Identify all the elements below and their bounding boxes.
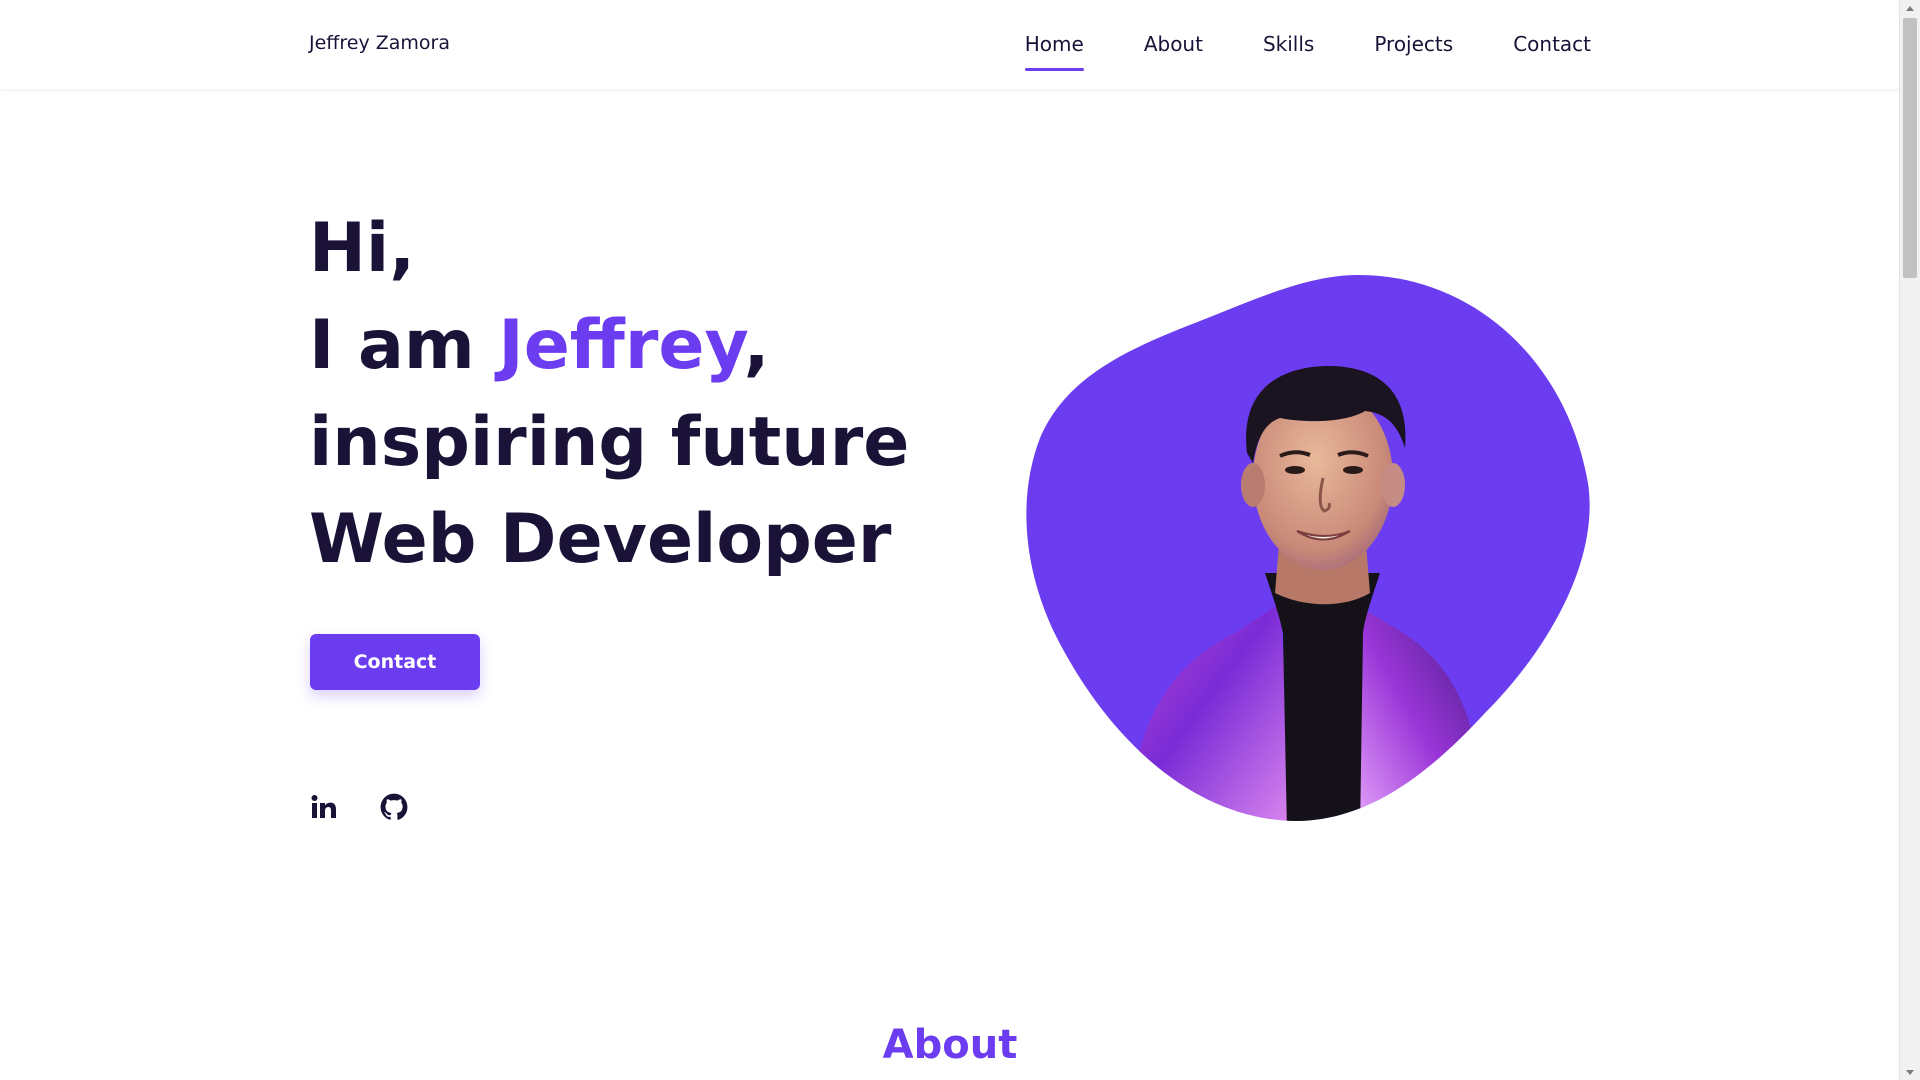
site-header: Jeffrey Zamora Home About Skills Project… (0, 0, 1900, 89)
nav-skills[interactable]: Skills (1263, 32, 1314, 56)
scroll-up-arrow-icon[interactable] (1900, 0, 1920, 16)
nav-about[interactable]: About (1144, 32, 1203, 56)
social-links (310, 793, 408, 821)
main-nav: Home About Skills Projects Contact (1024, 32, 1591, 71)
hero-intro-line: I am Jeffrey, (309, 297, 909, 394)
github-icon[interactable] (380, 793, 408, 821)
nav-projects[interactable]: Projects (1374, 32, 1453, 56)
brand-name[interactable]: Jeffrey Zamora (309, 32, 450, 54)
hero-tagline-2: Web Developer (309, 500, 892, 579)
portfolio-page: Jeffrey Zamora Home About Skills Project… (0, 0, 1920, 1080)
scroll-down-arrow-icon[interactable] (1900, 1064, 1920, 1080)
hero-heading: Hi, I am Jeffrey, inspiring future Web D… (309, 200, 909, 588)
hero-greeting: Hi, (309, 209, 416, 288)
contact-button[interactable]: Contact (310, 634, 480, 690)
hero-intro-prefix: I am (309, 306, 499, 385)
linkedin-icon[interactable] (310, 793, 338, 821)
profile-photo (1025, 273, 1590, 823)
hero-intro-suffix: , (743, 306, 770, 385)
about-section-title: About (882, 1022, 1018, 1068)
hero-name: Jeffrey (498, 306, 744, 385)
hero-tagline-1: inspiring future (309, 403, 910, 482)
nav-home[interactable]: Home (1024, 32, 1084, 71)
page-scrollbar[interactable] (1899, 0, 1920, 1080)
nav-contact[interactable]: Contact (1513, 32, 1591, 56)
scrollbar-thumb[interactable] (1903, 18, 1917, 278)
